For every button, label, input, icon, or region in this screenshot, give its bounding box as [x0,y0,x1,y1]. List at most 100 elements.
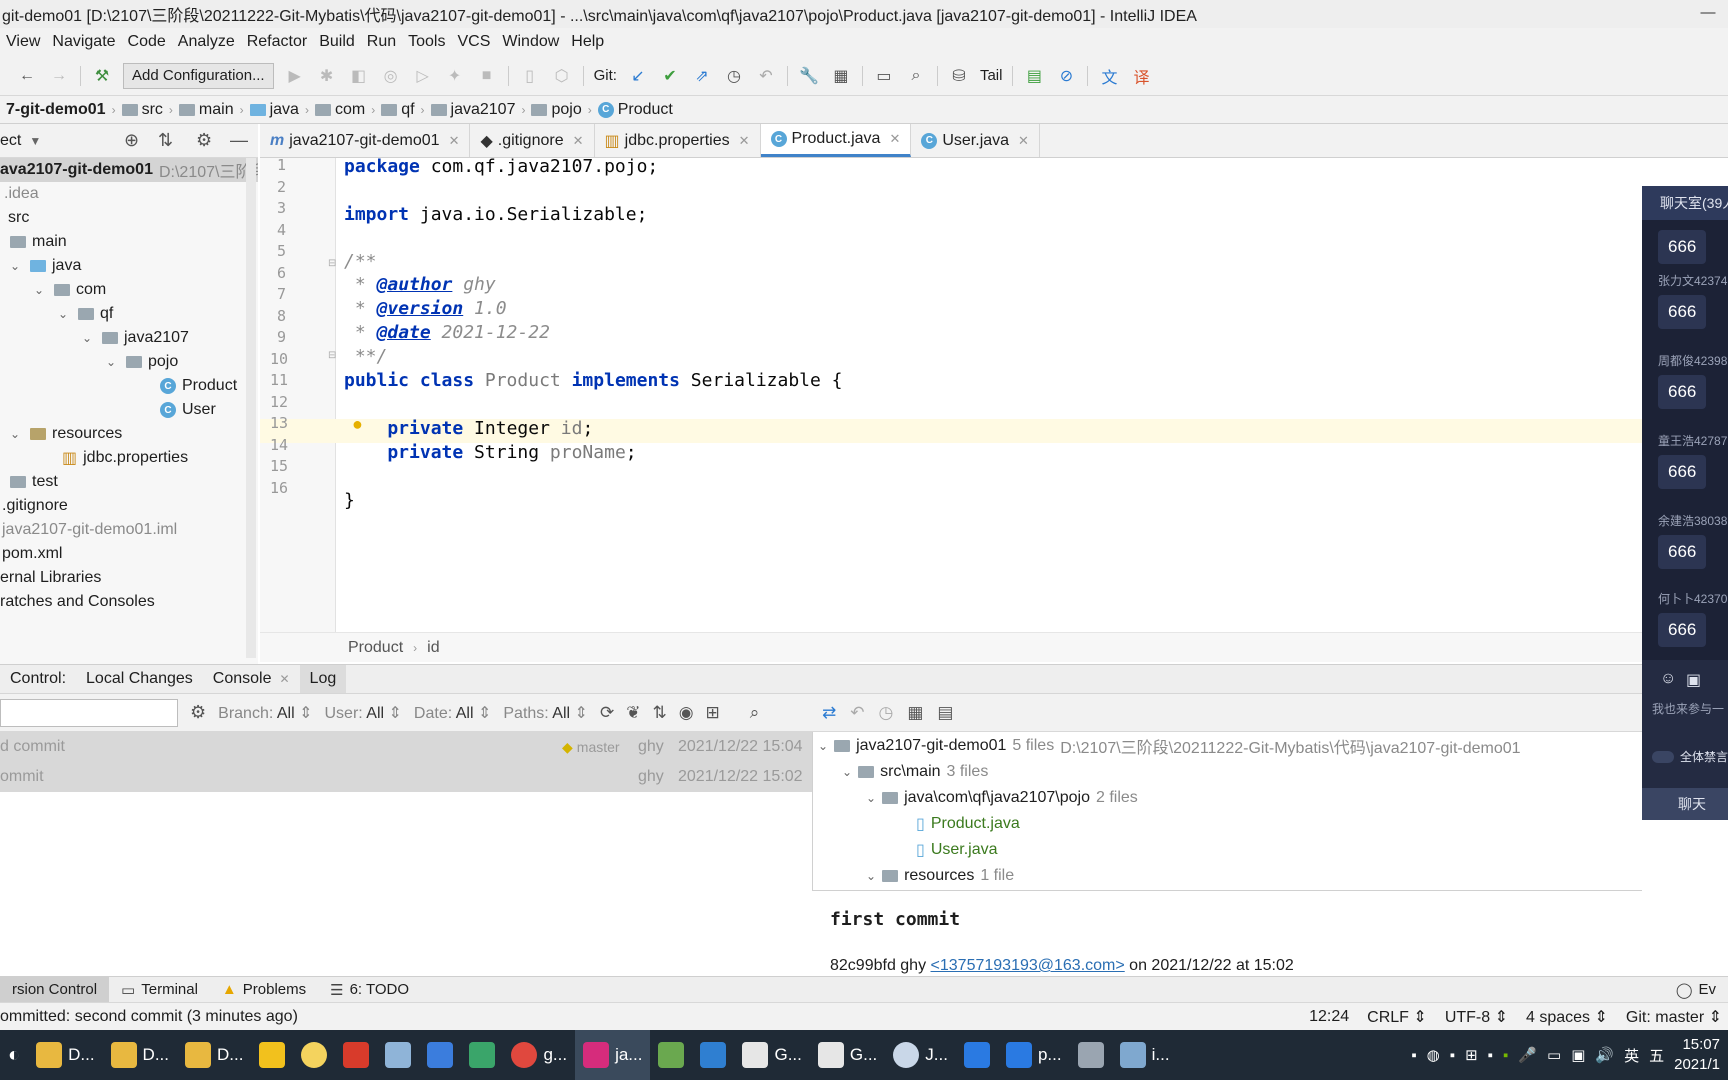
tree-node-user[interactable]: C User [160,398,216,422]
menu-analyze[interactable]: Analyze [172,33,241,51]
tree-node-jdbc-properties[interactable]: ▥ jdbc.properties [62,446,188,470]
tree-node-java2107[interactable]: ⌄ java2107 [82,326,189,350]
eye-icon[interactable]: ◉ [679,703,694,723]
chat-input[interactable]: 我也来参与一 [1652,700,1724,717]
breadcrumb-java2107[interactable]: java2107 [425,101,522,119]
taskbar-item[interactable] [293,1030,335,1080]
menu-run[interactable]: Run [361,33,402,51]
minimize-panel-icon[interactable]: — [230,130,248,151]
tree-node-scratches[interactable]: ratches and Consoles [0,590,155,614]
file-encoding[interactable]: UTF-8 ⇕ [1445,1007,1508,1027]
search-icon[interactable]: ⌕ [905,65,927,87]
project-view-selector[interactable]: ect [0,132,21,150]
tab-jdbc-properties[interactable]: ▥ jdbc.properties ✕ [595,124,761,157]
taskbar-item[interactable] [377,1030,419,1080]
statistic-icon[interactable]: ▤ [1023,65,1045,87]
tree-node-java[interactable]: ⌄ java [10,254,81,278]
forward-arrow-icon[interactable]: → [48,65,70,87]
git-rollback-icon[interactable]: ↶ [755,65,777,87]
commit-row[interactable]: ommit ghy 2021/12/22 15:02 [0,762,812,792]
project-tree-scrollbar[interactable] [246,158,256,658]
tab-gitignore[interactable]: ◆ .gitignore ✕ [470,124,595,157]
toolwindow-todo[interactable]: ☰ 6: TODO [318,977,421,1002]
tab-local-changes[interactable]: Local Changes [76,665,203,693]
editor-crumb-class[interactable]: Product [348,639,403,657]
nvidia-icon[interactable]: ▪ [1503,1047,1508,1064]
tree-node-test[interactable]: test [10,470,58,494]
editor-crumb-field[interactable]: id [427,639,439,657]
toolwindow-version-control[interactable]: rsion Control [0,977,110,1002]
changes-root-node[interactable]: ⌄ java2107-git-demo01 5 files D:\2107\三阶… [818,734,1521,758]
breadcrumb-qf[interactable]: qf [375,101,420,119]
tab-log[interactable]: Log [299,665,347,693]
add-configuration-button[interactable]: Add Configuration... [123,62,274,89]
git-branch-widget[interactable]: Git: master ⇕ [1626,1007,1722,1027]
mute-all-toggle[interactable]: 全体禁言 [1652,748,1728,765]
chat-send-button[interactable]: 聊天 [1642,788,1728,820]
changes-file-user[interactable]: ▯ User.java [916,838,998,862]
attach-icon[interactable]: ✦ [444,65,466,87]
log-search-input[interactable] [0,698,178,727]
taskbar-item[interactable]: i... [1112,1030,1178,1080]
project-structure-icon[interactable]: ▦ [830,65,852,87]
breadcrumb-product[interactable]: C Product [592,101,679,119]
tree-node-iml[interactable]: java2107-git-demo01.iml [2,518,177,542]
taskbar-item[interactable]: p... [998,1030,1070,1080]
run-icon[interactable]: ▶ [284,65,306,87]
tree-node-src[interactable]: src [8,206,29,230]
taskbar-item[interactable] [251,1030,293,1080]
gear-icon[interactable]: ⚙ [196,130,212,151]
collapse-all-icon[interactable]: ⇅ [158,130,173,151]
tree-node-pom[interactable]: pom.xml [2,542,62,566]
code-editor[interactable] [336,158,1642,632]
menu-help[interactable]: Help [565,33,610,51]
taskbar-item[interactable]: J... [885,1030,956,1080]
close-icon[interactable]: ✕ [889,131,900,147]
git-history-icon[interactable]: ◷ [723,65,745,87]
stop-icon[interactable]: ■ [476,65,498,87]
history-icon[interactable]: ◷ [879,703,894,723]
tree-node-pojo[interactable]: ⌄ pojo [106,350,178,374]
taskbar-item[interactable]: G... [734,1030,809,1080]
commit-row[interactable]: d commit ◆ master ghy 2021/12/22 15:04 [0,732,812,762]
sdk-icon[interactable]: ⬡ [551,65,573,87]
fold-icon[interactable]: ⊟ [328,258,336,269]
battery-icon[interactable]: ▭ [1547,1046,1561,1064]
minimize-button[interactable]: — [1688,0,1728,28]
menu-view[interactable]: View [0,33,46,51]
back-arrow-icon[interactable]: ← [16,65,38,87]
taskbar-item[interactable]: ja... [575,1030,651,1080]
taskbar-item[interactable] [419,1030,461,1080]
changes-resources-node[interactable]: ⌄ resources 1 file [866,864,1014,888]
translate-alt-icon[interactable]: 译 [1130,65,1152,87]
image-icon[interactable]: ▣ [1686,670,1701,690]
breadcrumb-java[interactable]: java [244,101,305,119]
fold-icon[interactable]: ⊟ [328,350,336,361]
menu-tools[interactable]: Tools [402,33,451,51]
build-hammer-icon[interactable]: ⚒ [91,65,113,87]
breadcrumb-src[interactable]: src [116,101,169,119]
tab-product-java[interactable]: C Product.java ✕ [760,124,912,157]
breadcrumb-com[interactable]: com [309,101,371,119]
breadcrumb-project[interactable]: 7-git-demo01 [0,101,112,119]
coverage-icon[interactable]: ◧ [348,65,370,87]
close-icon[interactable]: ✕ [279,672,289,686]
menu-window[interactable]: Window [496,33,565,51]
toolwindow-terminal[interactable]: ▭ Terminal [109,977,210,1002]
tree-node-product[interactable]: C Product [160,374,237,398]
power-save-icon[interactable]: ⊘ [1055,65,1077,87]
indent-setting[interactable]: 4 spaces ⇕ [1526,1007,1608,1027]
tree-node-qf[interactable]: ⌄ qf [58,302,113,326]
toolwindow-event-log[interactable]: ◯ Ev [1664,977,1728,1003]
network-icon[interactable]: ▣ [1571,1046,1585,1064]
run-dropdown-icon[interactable]: ▷ [412,65,434,87]
tree-node-gitignore[interactable]: .gitignore [2,494,68,518]
breadcrumb-main[interactable]: main [173,101,240,119]
taskbar-item[interactable]: D... [103,1030,177,1080]
git-push-icon[interactable]: ⇗ [691,65,713,87]
tab-java2107-git-demo01[interactable]: m java2107-git-demo01 ✕ [260,124,471,157]
taskbar-item[interactable]: D... [28,1030,102,1080]
volume-icon[interactable]: 🔊 [1595,1046,1614,1064]
toolwindow-problems[interactable]: ▲ Problems [210,977,318,1002]
paths-filter[interactable]: Paths: All ⇕ [503,703,588,723]
